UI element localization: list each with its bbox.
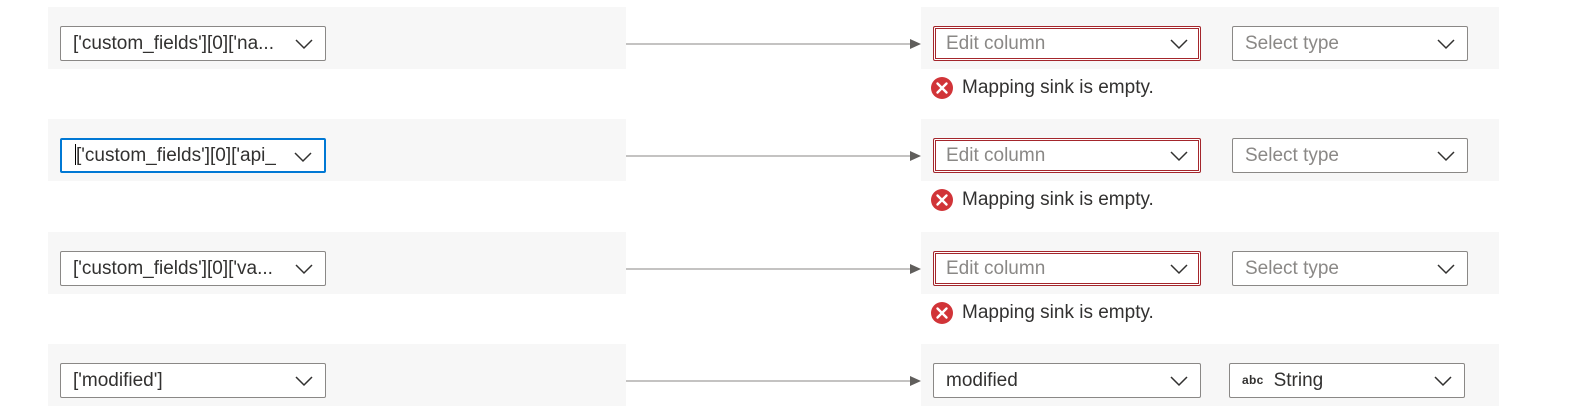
error-text: Mapping sink is empty. [962,189,1154,210]
source-column-value: ['modified'] [73,370,163,391]
source-column-value: ['custom_fields'][0]['va... [73,258,273,279]
mapping-row: ['modified'] modified abc String [0,344,1590,406]
sink-column-dropdown[interactable]: Edit column [933,251,1201,286]
chevron-down-icon [1437,151,1455,162]
mapping-arrow-icon [626,151,921,161]
chevron-down-icon [1170,39,1188,50]
sink-type-dropdown[interactable]: Select type [1232,138,1468,173]
mapping-arrow-icon [626,39,921,49]
error-text: Mapping sink is empty. [962,302,1154,323]
error-circle-icon [931,302,953,324]
chevron-down-icon [1434,376,1452,387]
error-circle-icon [931,189,953,211]
sink-type-value: String [1273,370,1324,391]
chevron-down-icon [1170,264,1188,275]
chevron-down-icon [295,39,313,50]
mapping-error-message: Mapping sink is empty. [930,187,1154,213]
source-column-value: ['custom_fields'][0]['api_ [76,145,276,166]
error-circle-icon [931,77,953,99]
sink-column-dropdown[interactable]: Edit column [933,138,1201,173]
sink-type-value: Select type [1245,33,1339,54]
chevron-down-icon [295,376,313,387]
chevron-down-icon [294,152,312,163]
mapping-row: ['custom_fields'][0]['api_ Edit column S… [0,119,1590,211]
sink-type-dropdown[interactable]: Select type [1232,26,1468,61]
sink-column-value: Edit column [946,145,1046,166]
chevron-down-icon [1170,376,1188,387]
sink-type-dropdown[interactable]: abc String [1229,363,1465,398]
mapping-error-message: Mapping sink is empty. [930,300,1154,326]
source-column-dropdown[interactable]: ['custom_fields'][0]['va... [60,251,326,286]
sink-column-dropdown[interactable]: Edit column [933,26,1201,61]
sink-type-dropdown[interactable]: Select type [1232,251,1468,286]
sink-column-value: Edit column [946,258,1046,279]
sink-column-value: Edit column [946,33,1046,54]
sink-column-value: modified [946,370,1018,391]
source-column-value: ['custom_fields'][0]['na... [73,33,274,54]
source-column-dropdown[interactable]: ['custom_fields'][0]['na... [60,26,326,61]
sink-type-value: Select type [1245,258,1339,279]
sink-column-dropdown[interactable]: modified [933,363,1201,398]
source-column-dropdown[interactable]: ['modified'] [60,363,326,398]
mapping-arrow-icon [626,376,921,386]
mapping-arrow-icon [626,264,921,274]
chevron-down-icon [1170,151,1188,162]
mapping-row: ['custom_fields'][0]['na... Edit column … [0,7,1590,99]
sink-type-value: Select type [1245,145,1339,166]
abc-type-icon: abc [1242,373,1264,387]
chevron-down-icon [1437,39,1455,50]
mapping-row: ['custom_fields'][0]['va... Edit column … [0,232,1590,324]
mapping-error-message: Mapping sink is empty. [930,75,1154,101]
chevron-down-icon [295,264,313,275]
error-text: Mapping sink is empty. [962,77,1154,98]
source-column-dropdown[interactable]: ['custom_fields'][0]['api_ [60,138,326,173]
chevron-down-icon [1437,264,1455,275]
